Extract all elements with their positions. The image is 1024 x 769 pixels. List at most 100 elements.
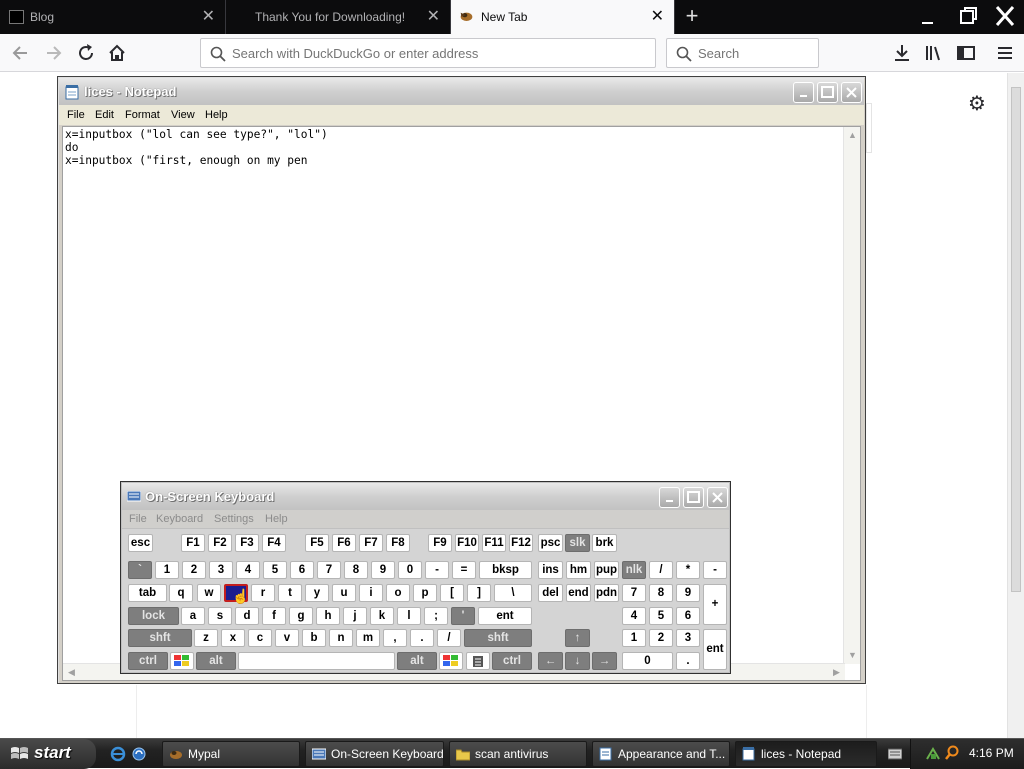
maximize-button[interactable] [817,82,838,103]
key-s[interactable]: s [208,607,232,625]
search-input[interactable] [698,44,813,62]
key-h[interactable]: h [316,607,340,625]
menu-help[interactable]: Help [205,109,228,121]
taskbar-item-notepad[interactable]: lices - Notepad [735,741,877,767]
hamburger-menu-icon[interactable] [994,42,1016,64]
key-v[interactable]: v [275,629,299,647]
key-numrow-3[interactable]: 3 [209,561,233,579]
key-left-alt[interactable]: alt [196,652,236,670]
scroll-up-icon[interactable]: ▲ [844,127,861,144]
key-numrow-1[interactable]: 1 [155,561,179,579]
key-pdn[interactable]: pdn [594,584,619,602]
scroll-left-icon[interactable]: ◀ [63,664,80,681]
key-m[interactable]: m [356,629,380,647]
key-f4[interactable]: F4 [262,534,286,552]
key-right-ctrl[interactable]: ctrl [492,652,532,670]
key-numpad-plus[interactable]: + [703,584,727,625]
taskbar-item-scan-antivirus[interactable]: scan antivirus [449,741,587,767]
key-f9[interactable]: F9 [428,534,452,552]
key-f5[interactable]: F5 [305,534,329,552]
key-k[interactable]: k [370,607,394,625]
key-qrow-10[interactable]: [ [440,584,464,602]
key-left-ctrl[interactable]: ctrl [128,652,168,670]
key-numrow-5[interactable]: 5 [263,561,287,579]
minimize-button[interactable] [659,487,680,508]
right-arrow-key-icon[interactable]: → [592,652,617,670]
network-icon[interactable] [925,745,941,761]
close-button[interactable] [841,82,862,103]
key-qrow-12[interactable]: \ [494,584,532,602]
key-numpad-7[interactable]: 7 [622,584,646,602]
up-arrow-key-icon[interactable]: ↑ [565,629,590,647]
key-w[interactable]: w [197,584,221,602]
browser-quicklaunch-icon[interactable] [131,746,147,762]
key-q[interactable]: q [169,584,193,602]
key-numrow-6[interactable]: 6 [290,561,314,579]
key-ins[interactable]: ins [538,561,563,579]
key-numpad-2[interactable]: 2 [649,629,673,647]
start-button[interactable]: start [0,739,96,769]
key-numpad-top-0[interactable]: nlk [622,561,646,579]
key-right-alt[interactable]: alt [397,652,437,670]
key-numrow-4[interactable]: 4 [236,561,260,579]
taskbar-item-mypal[interactable]: Mypal [162,741,300,767]
key-f6[interactable]: F6 [332,534,356,552]
key-numpad-top-3[interactable]: - [703,561,727,579]
menu-key-icon[interactable] [466,652,490,670]
key-numrow-2[interactable]: 2 [182,561,206,579]
maximize-button[interactable] [683,487,704,508]
key-numrow-12[interactable]: = [452,561,476,579]
key-left-shift[interactable]: shft [128,629,192,647]
menu-format[interactable]: Format [125,109,160,121]
keyboard-layout-icon[interactable] [888,748,902,760]
menu-help[interactable]: Help [265,513,288,525]
menu-keyboard[interactable]: Keyboard [156,513,203,525]
download-icon[interactable] [891,42,913,64]
menu-view[interactable]: View [171,109,195,121]
notepad-title-bar[interactable]: lices - Notepad [59,78,864,105]
key-numpad-1[interactable]: 1 [622,629,646,647]
key-del[interactable]: del [538,584,563,602]
key-end[interactable]: end [566,584,591,602]
left-arrow-key-icon[interactable]: ← [538,652,563,670]
forward-arrow-icon[interactable] [43,42,65,64]
key-numrow-9[interactable]: 9 [371,561,395,579]
key-hm[interactable]: hm [566,561,591,579]
key-tab[interactable]: tab [128,584,167,602]
key-l[interactable]: l [397,607,421,625]
minimize-button[interactable] [793,82,814,103]
key-enter[interactable]: ent [478,607,532,625]
key-numrow-0[interactable]: ` [128,561,152,579]
search-tray-icon[interactable] [944,745,960,761]
key-numpad-top-2[interactable]: * [676,561,700,579]
key-p[interactable]: p [413,584,437,602]
key-f1[interactable]: F1 [181,534,205,552]
internet-explorer-icon[interactable] [110,746,126,762]
key-g[interactable]: g [289,607,313,625]
taskbar-item-appearance[interactable]: Appearance and T... [592,741,730,767]
key-numpad-enter[interactable]: ent [703,629,727,670]
key-pup[interactable]: pup [594,561,619,579]
key-b[interactable]: b [302,629,326,647]
key-zrow-9[interactable]: / [437,629,461,647]
windows-key-icon[interactable] [170,652,194,670]
tab-thank-you[interactable]: Thank You for Downloading! ✕ [226,0,451,34]
close-window-icon[interactable] [990,3,1020,31]
key-c[interactable]: c [248,629,272,647]
key-arow-9[interactable]: ; [424,607,448,625]
restore-window-icon[interactable] [952,3,982,31]
key-x[interactable]: x [221,629,245,647]
menu-edit[interactable]: Edit [95,109,114,121]
key-d[interactable]: d [235,607,259,625]
key-right-shift[interactable]: shft [464,629,532,647]
page-scrollbar[interactable] [1007,73,1024,738]
key-o[interactable]: o [386,584,410,602]
scroll-down-icon[interactable]: ▼ [844,647,861,664]
key-zrow-8[interactable]: . [410,629,434,647]
key-qrow-11[interactable]: ] [467,584,491,602]
key-numpad-3[interactable]: 3 [676,629,700,647]
key-r[interactable]: r [251,584,275,602]
close-button[interactable] [707,487,728,508]
key-psc[interactable]: psc [538,534,563,552]
gear-icon[interactable]: ⚙ [966,93,988,115]
